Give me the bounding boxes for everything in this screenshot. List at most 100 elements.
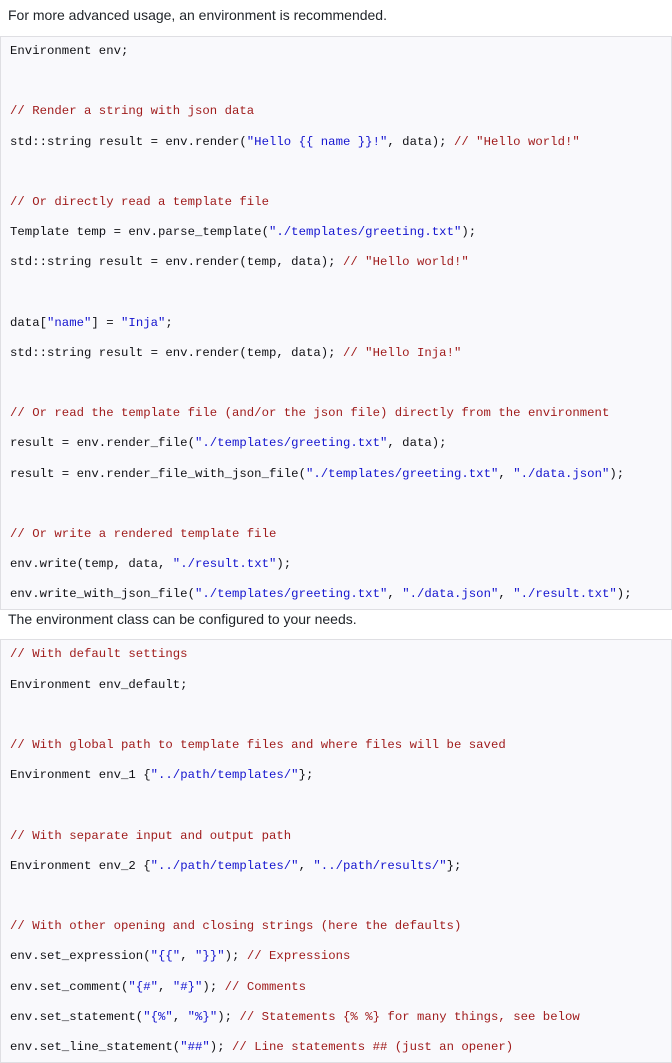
code-line: // With default settings [10,647,671,662]
code-token-string: "./result.txt" [172,557,277,572]
code-token-string: "%}" [187,1009,218,1024]
code-token-plain: result = env.render_file_with_json_file( [10,466,306,481]
code-token-comment: // "Hello world!" [342,255,469,270]
code-block-environment-configuration: // With default settings Environment env… [0,639,672,1063]
code-line: std::string result = env.render(temp, da… [10,346,671,361]
code-token-plain: , [498,466,514,481]
code-line: env.set_expression("{{", "}}"); // Expre… [10,949,671,964]
code-token-string: "./data.json" [513,466,610,481]
code-token-string: "}}" [195,949,225,964]
code-line: Environment env_default; [10,678,671,693]
code-token-plain: ); [224,949,247,964]
code-line: // With other opening and closing string… [10,919,671,934]
code-line: // Render a string with json data [10,104,671,119]
code-token-string: "./data.json" [402,587,499,602]
code-token-plain: , [158,979,173,994]
code-token-string: "./templates/greeting.txt" [194,587,388,602]
code-token-comment: // Expressions [246,949,351,964]
code-token-plain: , data); [387,134,454,149]
code-token-plain: Environment env_default; [10,677,188,692]
code-token-plain: Environment env_1 { [10,768,151,783]
code-token-plain: Environment env; [10,44,129,58]
code-token-plain: env.write_with_json_file( [10,587,195,602]
code-token-plain: std::string result = env.render(temp, da… [10,345,343,360]
code-token-plain: }; [446,858,462,873]
code-line: // With separate input and output path [10,829,671,844]
code-token-string: "./templates/greeting.txt" [194,436,388,451]
code-token-comment: // "Hello Inja!" [342,345,462,360]
code-token-plain: , [172,1009,188,1024]
code-line: result = env.render_file("./templates/gr… [10,436,671,451]
code-token-string: "../path/results/" [313,858,447,873]
code-token-plain: ); [616,587,632,602]
code-token-string: "##" [180,1039,210,1054]
code-token-string: "Inja" [121,315,166,330]
code-token-plain: Template temp = env.parse_template( [10,225,269,240]
code-line: data["name"] = "Inja"; [10,316,671,331]
code-token-string: "{#" [128,979,158,994]
code-token-string: "#}" [172,979,203,994]
code-line: env.write_with_json_file("./templates/gr… [10,587,671,602]
code-token-comment: // Statements {% %} for many things, see… [239,1009,580,1024]
code-token-plain: std::string result = env.render(temp, da… [10,255,343,270]
code-line: result = env.render_file_with_json_file(… [10,467,671,482]
code-token-string: "./templates/greeting.txt" [268,225,462,240]
code-token-comment: // With global path to template files an… [10,738,506,753]
code-token-string: "../path/templates/" [150,858,299,873]
code-token-comment: // Or write a rendered template file [10,527,277,541]
code-token-plain: ); [209,1039,232,1054]
code-token-string: "{%" [143,1009,173,1024]
code-token-plain: ); [461,225,477,240]
code-line: Environment env_1 {"../path/templates/"}… [10,768,671,783]
code-token-plain: ] = [91,315,122,330]
code-line: Environment env; [10,44,671,59]
code-token-comment: // With other opening and closing string… [10,919,462,934]
code-line: std::string result = env.render("Hello {… [10,135,671,150]
configuration-paragraph: The environment class can be configured … [8,611,357,628]
code-token-plain: Environment env_2 { [10,858,151,873]
code-token-plain: env.set_expression( [10,949,151,964]
code-token-string: "{{" [150,949,181,964]
code-token-plain: ; [165,315,173,330]
code-line: // Or read the template file (and/or the… [10,406,671,421]
code-line: // Or write a rendered template file [10,527,671,542]
code-token-plain: , [498,587,514,602]
code-token-plain: , data); [387,436,447,451]
code-token-plain: ); [276,557,292,572]
code-line: // With global path to template files an… [10,738,671,753]
code-token-plain: env.set_line_statement( [10,1039,181,1054]
code-token-comment: // Or directly read a template file [10,194,269,209]
code-token-plain: ); [217,1009,240,1024]
intro-paragraph: For more advanced usage, an environment … [8,7,387,23]
code-token-string: "../path/templates/" [150,768,299,783]
code-line: env.write(temp, data, "./result.txt"); [10,557,671,572]
code-line: std::string result = env.render(temp, da… [10,255,671,270]
code-token-plain: , [180,949,196,964]
code-token-plain: env.write(temp, data, [10,557,173,572]
code-token-plain: data[ [10,315,47,330]
code-token-comment: // "Hello world!" [453,134,580,149]
code-token-plain: ); [609,466,625,481]
code-token-plain: env.set_comment( [10,979,129,994]
code-token-string: "./templates/greeting.txt" [305,466,499,481]
code-line: Environment env_2 {"../path/templates/",… [10,859,671,874]
code-line: env.set_line_statement("##"); // Line st… [10,1040,671,1055]
code-token-plain: ); [202,979,225,994]
code-token-comment: // Line statements ## (just an opener) [232,1039,514,1054]
code-line: env.set_comment("{#", "#}"); // Comments [10,980,671,995]
code-token-comment: // With separate input and output path [10,828,292,843]
code-token-plain: std::string result = env.render( [10,134,247,149]
code-token-string: "./result.txt" [513,587,617,602]
code-line: // Or directly read a template file [10,195,671,210]
code-token-plain: }; [298,768,314,783]
code-token-comment: // Comments [224,979,307,994]
code-token-plain: , [387,587,403,602]
code-line: env.set_statement("{%", "%}"); // Statem… [10,1010,671,1025]
